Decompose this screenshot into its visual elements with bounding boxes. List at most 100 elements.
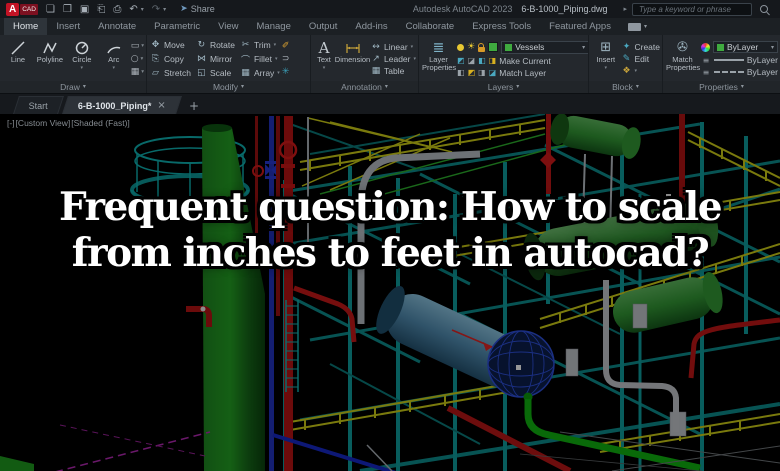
linetype-dropdown[interactable]: ≡ ByLayer [701, 67, 778, 77]
array-button[interactable]: ▦ Array ▾ [240, 66, 280, 80]
save-as-icon[interactable]: ⎗ [97, 4, 105, 15]
undo-icon[interactable]: ↶ [129, 4, 137, 15]
mirror-icon: ⋈ [196, 54, 206, 64]
layer-lock-icon[interactable] [478, 42, 486, 52]
make-current-button[interactable]: Make Current [499, 56, 551, 66]
scale-button[interactable]: ◱ Scale [196, 66, 235, 80]
move-button[interactable]: ✥ Move [150, 38, 191, 52]
insert-block-button[interactable]: ⊞ Insert ▾ [592, 37, 619, 81]
share-button[interactable]: ➤ Share [180, 4, 215, 14]
search-collapse-icon[interactable]: ▸ [623, 5, 627, 13]
block-panel-footer[interactable]: Block ▾ [589, 81, 662, 93]
layer-delete-icon[interactable]: ◪ [489, 68, 497, 77]
rotate-button[interactable]: ↻ Rotate [196, 38, 235, 52]
dimension-button[interactable]: Dimension [335, 37, 370, 81]
ellipse-tool-button[interactable]: ○ ▾ [131, 54, 144, 64]
layer-merge-icon[interactable]: ◨ [478, 68, 486, 77]
ribbon-display-toggle[interactable]: ▾ [627, 18, 647, 35]
fillet-button[interactable]: ⌒ Fillet ▾ [240, 52, 280, 66]
mirror-button[interactable]: ⋈ Mirror [196, 52, 235, 66]
redo-icon[interactable]: ↷ [152, 4, 160, 15]
block-attributes-button[interactable]: ❖ ▾ [621, 66, 660, 76]
layers-panel-footer[interactable]: Layers ▾ [419, 81, 588, 93]
tab-view[interactable]: View [209, 18, 247, 35]
edit-block-button[interactable]: ✎ Edit [621, 54, 660, 64]
viewport-controls: [-] [Custom View] [Shaded (Fast)] [7, 118, 130, 128]
draw-panel-footer[interactable]: Draw ▾ [0, 81, 146, 93]
object-color-dropdown[interactable]: ByLayer ▾ [713, 41, 778, 53]
linetype-icon: ≡ [702, 67, 710, 77]
view-control[interactable]: [Custom View] [16, 118, 71, 128]
search-input[interactable] [637, 3, 747, 15]
offset-button[interactable]: ⊃ [282, 54, 290, 64]
explode-button[interactable]: ✳ [282, 67, 290, 77]
tab-add-ins[interactable]: Add-ins [346, 18, 396, 35]
layer-properties-button[interactable]: ≣ Layer Properties [422, 37, 456, 81]
layer-dropdown[interactable]: Vessels ▾ [501, 40, 588, 54]
layer-isolate-icon[interactable]: ◩ [457, 56, 465, 65]
trim-button[interactable]: ✂ Trim ▾ [240, 38, 280, 52]
annotation-panel-footer[interactable]: Annotation ▾ [311, 81, 418, 93]
plot-icon[interactable]: ⎙ [113, 4, 121, 15]
tab-collaborate[interactable]: Collaborate [397, 18, 464, 35]
tab-annotate[interactable]: Annotate [89, 18, 145, 35]
tab-manage[interactable]: Manage [248, 18, 300, 35]
line-button[interactable]: Line [3, 37, 33, 81]
lineweight-dropdown[interactable]: ≡ ByLayer [701, 55, 778, 65]
drawing-viewport[interactable]: [-] [Custom View] [Shaded (Fast)] Freque… [0, 114, 780, 471]
move-icon: ✥ [151, 40, 160, 50]
table-button[interactable]: ▦ Table [371, 66, 416, 76]
undo-dropdown-icon[interactable]: ▾ [141, 6, 144, 13]
leader-button[interactable]: ↗ Leader ▾ [371, 54, 416, 64]
erase-button[interactable]: ✐ [282, 41, 290, 51]
tab-express-tools[interactable]: Express Tools [463, 18, 540, 35]
circle-button[interactable]: Circle ▾ [67, 37, 97, 81]
file-tab-drawing[interactable]: 6-B-1000_Piping* × [62, 96, 182, 114]
tab-output[interactable]: Output [300, 18, 347, 35]
linear-button[interactable]: ↔ Linear ▾ [371, 42, 416, 52]
create-block-button[interactable]: ✦ Create [621, 42, 660, 52]
rectangle-tool-button[interactable]: ▭ ▾ [131, 41, 144, 51]
close-tab-icon[interactable]: × [157, 100, 165, 111]
chevron-down-icon: ▾ [112, 65, 115, 71]
tab-home[interactable]: Home [4, 18, 48, 35]
new-file-icon[interactable]: ❏ [46, 4, 55, 15]
polyline-button[interactable]: Polyline [35, 37, 65, 81]
layer-freeze-icon[interactable]: ◪ [468, 56, 476, 65]
layer-vpfreeze-icon[interactable]: ◩ [468, 68, 476, 77]
search-icon[interactable] [760, 5, 768, 13]
title-line-1: Frequent question: How to scale [58, 184, 723, 230]
layer-thaw-icon[interactable]: ☀ [467, 43, 475, 52]
tab-insert[interactable]: Insert [47, 18, 89, 35]
linetype-value: ByLayer [746, 67, 778, 77]
layer-on-off-icon[interactable] [457, 43, 464, 51]
visual-style-control[interactable]: [Shaded (Fast)] [71, 118, 130, 128]
viewport-minus-control[interactable]: [-] [7, 118, 15, 128]
insert-block-icon: ⊞ [600, 39, 612, 55]
match-layer-button[interactable]: Match Layer [499, 68, 546, 78]
line-icon [10, 39, 26, 56]
layer-off-icon[interactable]: ◨ [489, 56, 497, 65]
layer-walk-icon[interactable]: ◧ [457, 68, 465, 77]
match-properties-button[interactable]: ✇ Match Properties [666, 37, 700, 81]
redo-dropdown-icon[interactable]: ▾ [163, 6, 166, 13]
tab-featured-apps[interactable]: Featured Apps [540, 18, 620, 35]
new-tab-button[interactable]: + [183, 97, 205, 114]
hatch-tool-button[interactable]: ▦ ▾ [131, 67, 144, 77]
help-search-box[interactable] [632, 2, 752, 16]
modify-panel-footer[interactable]: Modify ▾ [147, 81, 310, 93]
open-file-icon[interactable]: ❒ [63, 4, 72, 15]
layer-unisolate-icon[interactable]: ◧ [478, 56, 486, 65]
stretch-button[interactable]: ▱ Stretch [150, 66, 191, 80]
ribbon-tab-bar: Home Insert Annotate Parametric View Man… [0, 18, 780, 35]
arc-button[interactable]: Arc ▾ [99, 37, 129, 81]
copy-button[interactable]: ⎘ Copy [150, 52, 191, 66]
file-tab-start[interactable]: Start [13, 96, 64, 114]
text-button[interactable]: A Text ▾ [314, 37, 334, 81]
save-icon[interactable]: ▣ [80, 4, 89, 15]
lineweight-value: ByLayer [746, 55, 778, 65]
tab-parametric[interactable]: Parametric [145, 18, 209, 35]
properties-panel-footer[interactable]: Properties ▾ [663, 81, 780, 93]
autocad-logo[interactable]: A CAD [6, 2, 38, 16]
layer-color-swatch[interactable] [488, 42, 499, 52]
